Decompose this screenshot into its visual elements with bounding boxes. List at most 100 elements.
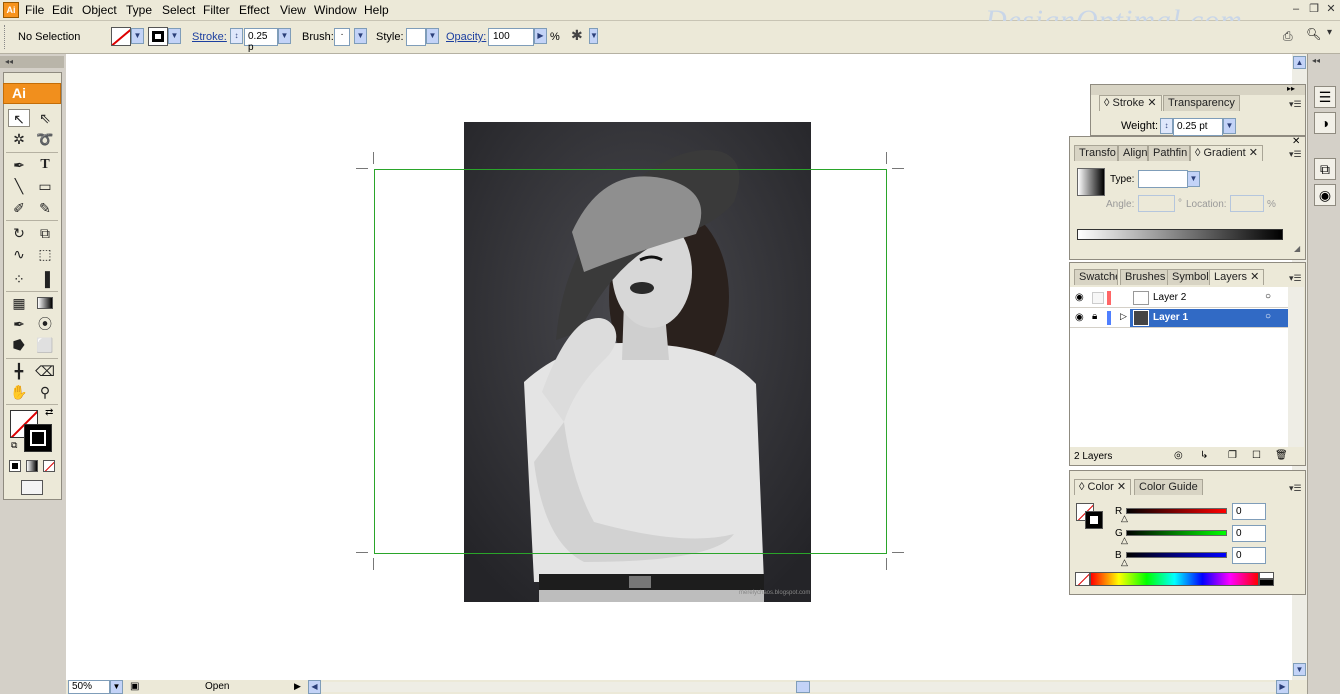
status-text[interactable]: Open bbox=[205, 681, 229, 692]
expand-dock-icon[interactable]: ◂◂ bbox=[1312, 56, 1320, 65]
mesh-tool-icon[interactable]: ▦ bbox=[8, 294, 30, 312]
transparency-panel-icon[interactable]: ◑ bbox=[1314, 112, 1336, 134]
weight-dropdown[interactable]: ▼ bbox=[1223, 118, 1236, 134]
menu-select[interactable]: Select bbox=[162, 3, 195, 17]
screen-mode-icon[interactable] bbox=[21, 480, 43, 495]
style-field[interactable] bbox=[406, 28, 426, 46]
column-graph-tool-icon[interactable]: ▐ bbox=[34, 270, 56, 288]
menu-object[interactable]: Object bbox=[82, 3, 117, 17]
gradient-mode-icon[interactable] bbox=[26, 460, 38, 472]
layer-name[interactable]: Layer 2 bbox=[1153, 292, 1186, 303]
menu-file[interactable]: File bbox=[25, 3, 44, 17]
scale-tool-icon[interactable]: ⧉ bbox=[34, 224, 56, 242]
rotate-tool-icon[interactable]: ↻ bbox=[8, 224, 30, 242]
tab-stroke[interactable]: ◊ Stroke ✕ bbox=[1099, 95, 1162, 111]
stroke-weight-field[interactable]: 0.25 p bbox=[244, 28, 278, 53]
stroke-dropdown[interactable]: ▼ bbox=[168, 28, 181, 44]
stroke-label[interactable]: Stroke: bbox=[192, 31, 227, 43]
resize-grip[interactable]: ◢ bbox=[1294, 244, 1300, 253]
tools-collapse-bar[interactable]: ◂◂ bbox=[0, 56, 64, 68]
style-dropdown[interactable]: ▼ bbox=[426, 28, 439, 44]
hand-tool-icon[interactable]: ✋ bbox=[8, 383, 30, 401]
gradient-preview-swatch[interactable] bbox=[1077, 168, 1105, 196]
expand-triangle-icon[interactable]: ▷ bbox=[1120, 311, 1127, 322]
layer-name[interactable]: Layer 1 bbox=[1153, 312, 1188, 323]
opacity-label[interactable]: Opacity: bbox=[446, 31, 486, 43]
layer-row[interactable]: ◉ 🔒︎ ▷ Layer 1 ○ bbox=[1070, 308, 1288, 328]
angle-field[interactable] bbox=[1138, 195, 1175, 212]
panel-menu-icon[interactable]: ▾☰ bbox=[1289, 273, 1302, 284]
locate-object-icon[interactable]: ◎ bbox=[1174, 450, 1183, 461]
blue-slider[interactable] bbox=[1126, 552, 1227, 558]
panel-menu-icon[interactable]: ▾☰ bbox=[1289, 483, 1302, 494]
tab-brushes[interactable]: Brushes bbox=[1120, 269, 1171, 285]
lasso-tool-icon[interactable]: ➰ bbox=[34, 130, 56, 148]
stroke-panel-icon[interactable]: ☰ bbox=[1314, 86, 1336, 108]
live-paint-bucket-tool-icon[interactable]: ⭓ bbox=[8, 336, 30, 354]
gradient-type-dropdown[interactable]: ▼ bbox=[1187, 171, 1200, 187]
pencil-tool-icon[interactable]: ✎ bbox=[34, 199, 56, 217]
zoom-tool-icon[interactable]: ⚲ bbox=[34, 383, 56, 401]
color-spectrum[interactable] bbox=[1090, 572, 1259, 586]
restore-button[interactable]: ❐ bbox=[1306, 3, 1322, 17]
menu-help[interactable]: Help bbox=[364, 3, 389, 17]
symbol-sprayer-tool-icon[interactable]: ⁘ bbox=[8, 270, 30, 288]
eraser-tool-icon[interactable]: ⌫ bbox=[34, 362, 56, 380]
menu-filter[interactable]: Filter bbox=[203, 3, 230, 17]
stroke-spinner[interactable]: ↕ bbox=[230, 28, 243, 44]
menu-view[interactable]: View bbox=[280, 3, 306, 17]
location-field[interactable] bbox=[1230, 195, 1264, 212]
gradient-type-field[interactable] bbox=[1138, 170, 1188, 188]
target-circle-icon[interactable]: ○ bbox=[1265, 291, 1271, 302]
red-value-field[interactable]: 0 bbox=[1232, 503, 1266, 520]
blue-slider-thumb[interactable]: △ bbox=[1121, 557, 1128, 568]
green-slider[interactable] bbox=[1126, 530, 1227, 536]
eyedropper-tool-icon[interactable]: ✒ bbox=[8, 315, 30, 333]
layer-row[interactable]: ◉ Layer 2 ○ bbox=[1070, 288, 1288, 308]
red-slider[interactable] bbox=[1126, 508, 1227, 514]
selection-tool-icon[interactable]: ↖ bbox=[8, 109, 30, 127]
visibility-eye-icon[interactable]: ◉ bbox=[1075, 292, 1084, 303]
opacity-field[interactable]: 100 bbox=[488, 28, 534, 46]
color-mode-icon[interactable] bbox=[9, 460, 21, 472]
brush-field[interactable]: · bbox=[334, 28, 350, 46]
target-circle-icon[interactable]: ○ bbox=[1265, 311, 1271, 322]
tab-transform[interactable]: Transfo bbox=[1074, 145, 1118, 161]
collapse-icon[interactable]: ▸▸ bbox=[1287, 84, 1295, 93]
lock-icon[interactable]: 🔒︎ bbox=[1092, 311, 1097, 322]
menu-edit[interactable]: Edit bbox=[52, 3, 73, 17]
blue-value-field[interactable]: 0 bbox=[1232, 547, 1266, 564]
rectangle-tool-icon[interactable]: ▭ bbox=[34, 177, 56, 195]
type-tool-icon[interactable]: T bbox=[34, 156, 56, 174]
paintbrush-tool-icon[interactable]: ✐ bbox=[8, 199, 30, 217]
isolate-icon[interactable]: ✱ bbox=[571, 27, 583, 44]
tab-color-guide[interactable]: Color Guide bbox=[1134, 479, 1203, 495]
minimize-button[interactable]: – bbox=[1288, 3, 1304, 17]
red-slider-thumb[interactable]: △ bbox=[1121, 513, 1128, 524]
stroke-weight-dropdown[interactable]: ▼ bbox=[278, 28, 291, 44]
green-value-field[interactable]: 0 bbox=[1232, 525, 1266, 542]
weight-field[interactable]: 0.25 pt bbox=[1173, 118, 1223, 136]
swap-colors-icon[interactable]: ⇄ bbox=[45, 407, 53, 418]
document-setup-icon[interactable]: ⎙ bbox=[1283, 29, 1303, 45]
appearance-panel-icon[interactable]: ◉ bbox=[1314, 184, 1336, 206]
stroke-swatch[interactable] bbox=[148, 27, 168, 46]
tab-swatches[interactable]: Swatche bbox=[1074, 269, 1118, 285]
brush-dropdown[interactable]: ▼ bbox=[354, 28, 367, 44]
tab-pathfinder[interactable]: Pathfin bbox=[1148, 145, 1190, 161]
none-color-swatch[interactable] bbox=[1075, 572, 1090, 586]
layers-scrollbar[interactable] bbox=[1288, 287, 1304, 447]
stroke-color-box[interactable] bbox=[24, 424, 52, 452]
gradient-tool-icon[interactable] bbox=[34, 294, 56, 312]
weight-spinner[interactable]: ↕ bbox=[1160, 118, 1173, 134]
new-sublayer-icon[interactable]: ❐ bbox=[1228, 450, 1237, 461]
direct-selection-tool-icon[interactable]: ⇖ bbox=[34, 109, 56, 127]
zoom-field[interactable]: 50% bbox=[68, 680, 110, 694]
line-tool-icon[interactable]: ╲ bbox=[8, 177, 30, 195]
scroll-right-arrow[interactable]: ▶ bbox=[1276, 680, 1289, 694]
close-button[interactable]: ✕ bbox=[1323, 3, 1339, 17]
visibility-eye-icon[interactable]: ◉ bbox=[1075, 312, 1084, 323]
new-layer-icon[interactable]: ☐ bbox=[1252, 450, 1261, 461]
default-colors-icon[interactable]: ⧉ bbox=[11, 440, 17, 451]
status-menu-arrow[interactable]: ▶ bbox=[294, 681, 301, 692]
